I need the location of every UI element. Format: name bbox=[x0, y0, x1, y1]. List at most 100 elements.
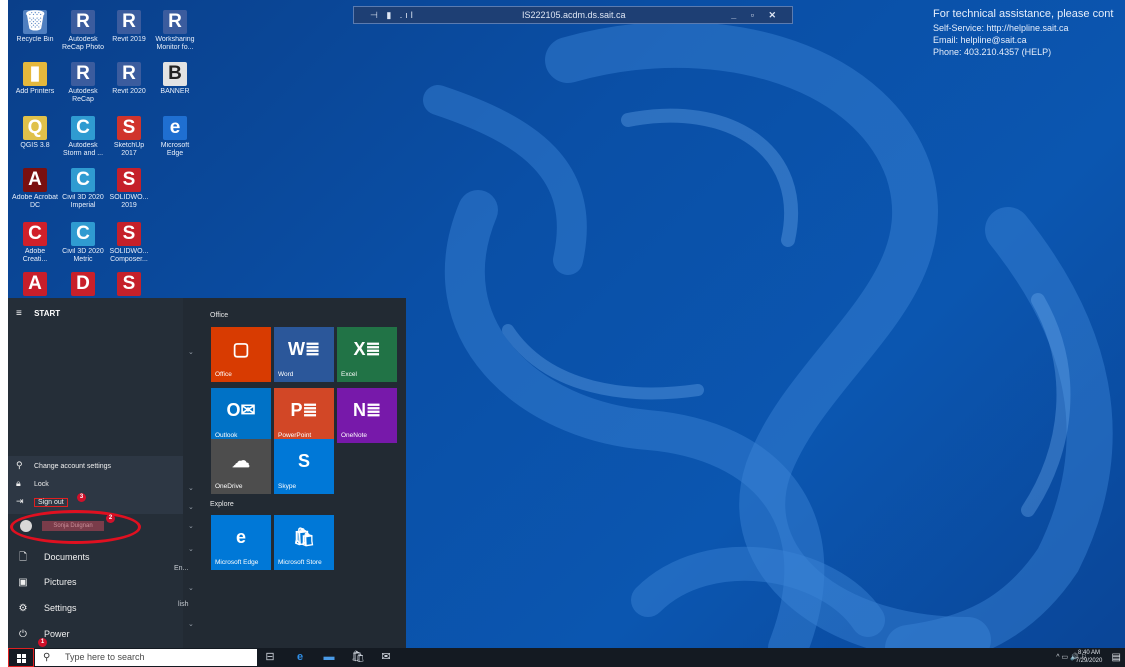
desktop-icon-label: SOLIDWO... Composer... bbox=[109, 248, 149, 263]
desktop-icon[interactable]: 🗑 Recycle Bin bbox=[12, 10, 58, 52]
person-settings-icon: ⚲ bbox=[16, 460, 23, 470]
desktop-icon[interactable]: Q QGIS 3.8 bbox=[12, 116, 58, 158]
start-menu-header[interactable]: ≡ START bbox=[16, 308, 60, 319]
task-view-icon[interactable]: ⊟ bbox=[261, 650, 279, 665]
store-icon[interactable]: 🛍︎ bbox=[349, 650, 367, 665]
app-icon: D bbox=[71, 272, 95, 296]
app-icon: Q bbox=[23, 116, 47, 140]
chevron-down-icon[interactable]: ⌄ bbox=[188, 503, 194, 511]
power-label: Power bbox=[44, 629, 70, 639]
tile-microsoft-store[interactable]: 🛍 Microsoft Store bbox=[274, 515, 334, 570]
sign-out-button[interactable]: ⇥ Sign out bbox=[16, 494, 68, 508]
desktop-icon[interactable]: B BANNER bbox=[152, 62, 198, 104]
desktop-icon-label: Worksharing Monitor fo... bbox=[155, 36, 195, 51]
user-account-name[interactable]: Sonja Duignan bbox=[42, 521, 104, 531]
tile-office[interactable]: ▢ Office bbox=[211, 327, 271, 382]
lock-icon: 🔒︎ bbox=[16, 478, 21, 488]
settings-item[interactable]: ⚙ Settings bbox=[16, 600, 77, 616]
app-icon: R bbox=[117, 10, 141, 34]
desktop-icon[interactable]: C Civil 3D 2020 Metric bbox=[60, 222, 106, 264]
desktop-icon[interactable]: A Adobe Acrobat DC bbox=[12, 168, 58, 210]
lock-label: Lock bbox=[34, 481, 49, 488]
settings-label: Settings bbox=[44, 603, 77, 613]
group-label-office: Office bbox=[210, 312, 229, 319]
desktop-icon[interactable]: R Autodesk ReCap bbox=[60, 62, 106, 104]
app-icon: R bbox=[117, 62, 141, 86]
desktop-icon[interactable]: S SOLIDWO... 2019 bbox=[106, 168, 152, 210]
desktop-icon[interactable]: C Adobe Creati... bbox=[12, 222, 58, 264]
app-icon: S bbox=[117, 168, 141, 192]
pictures-item[interactable]: ▣ Pictures bbox=[16, 574, 76, 590]
sign-out-icon: ⇥ bbox=[16, 496, 24, 506]
tile-label: Office bbox=[215, 371, 232, 378]
desktop-icon-label: Recycle Bin bbox=[16, 36, 54, 43]
tile-microsoft-edge[interactable]: e Microsoft Edge bbox=[211, 515, 271, 570]
app-icon: ▮ bbox=[23, 62, 47, 86]
tile-onenote[interactable]: N≣ OneNote bbox=[337, 388, 397, 443]
start-label: START bbox=[34, 309, 61, 318]
documents-item[interactable]: 🗋 Documents bbox=[16, 549, 90, 565]
change-account-settings[interactable]: ⚲ Change account settings bbox=[16, 458, 111, 472]
desktop-icon[interactable]: C Civil 3D 2020 Imperial bbox=[60, 168, 106, 210]
tile-excel[interactable]: X≣ Excel bbox=[337, 327, 397, 382]
app-icon: C bbox=[23, 222, 47, 246]
desktop-icon[interactable]: R Autodesk ReCap Photo bbox=[60, 10, 106, 52]
edge-icon[interactable]: e bbox=[291, 650, 309, 665]
notice-phone: Phone: 403.210.4357 (HELP) bbox=[933, 47, 1052, 57]
group-label-explore: Explore bbox=[210, 501, 234, 508]
app-icon: R bbox=[71, 62, 95, 86]
app-icon: A bbox=[23, 272, 47, 296]
desktop-icon[interactable]: ▮ Add Printers bbox=[12, 62, 58, 104]
chevron-down-icon[interactable]: ⌄ bbox=[188, 620, 194, 628]
start-menu[interactable]: ≡ START ⚲ Change account settings 🔒︎ Lock … bbox=[8, 298, 406, 648]
desktop-icon-label: Add Printers bbox=[15, 88, 55, 95]
tile-word[interactable]: W≣ Word bbox=[274, 327, 334, 382]
desktop-icon-label: SOLIDWO... 2019 bbox=[109, 194, 149, 209]
mail-icon[interactable]: ✉ bbox=[377, 650, 395, 665]
power-icon: ⏻ bbox=[19, 629, 27, 640]
outlook-icon: O✉ bbox=[226, 400, 256, 420]
tile-powerpoint[interactable]: P≣ PowerPoint bbox=[274, 388, 334, 443]
desktop-icon[interactable]: C Autodesk Storm and ... bbox=[60, 116, 106, 158]
excel-icon: X≣ bbox=[353, 339, 381, 359]
taskbar-search-input[interactable]: ⚲ Type here to search bbox=[35, 649, 257, 666]
window-controls[interactable]: _ ▫ ✕ bbox=[731, 7, 782, 23]
lock-button[interactable]: 🔒︎ Lock bbox=[16, 476, 49, 490]
tile-skype[interactable]: S Skype bbox=[274, 439, 334, 494]
desktop-icon-label: QGIS 3.8 bbox=[20, 142, 50, 149]
hamburger-icon[interactable]: ≡ bbox=[16, 308, 22, 319]
user-avatar[interactable] bbox=[20, 520, 32, 532]
gear-icon: ⚙ bbox=[18, 603, 28, 614]
chevron-down-icon[interactable]: ⌄ bbox=[188, 584, 194, 592]
start-button[interactable] bbox=[8, 648, 34, 667]
notice-self-service: Self-Service: http://helpline.sait.ca bbox=[933, 23, 1069, 33]
powerpoint-icon: P≣ bbox=[290, 400, 318, 420]
chevron-down-icon[interactable]: ⌄ bbox=[188, 522, 194, 530]
desktop-icon[interactable]: e Microsoft Edge bbox=[152, 116, 198, 158]
desktop-icon-label: Autodesk ReCap Photo bbox=[61, 36, 105, 51]
desktop-icon[interactable]: S SOLIDWO... Composer... bbox=[106, 222, 152, 264]
chevron-down-icon[interactable]: ⌄ bbox=[188, 484, 194, 492]
desktop-icon[interactable]: R Worksharing Monitor fo... bbox=[152, 10, 198, 52]
app-icon: A bbox=[23, 168, 47, 192]
desktop-icon[interactable]: S SketchUp 2017 bbox=[106, 116, 152, 158]
tile-outlook[interactable]: O✉ Outlook bbox=[211, 388, 271, 443]
desktop-icon[interactable]: R Revit 2020 bbox=[106, 62, 152, 104]
microsoft-store-icon: 🛍 bbox=[292, 527, 316, 547]
screen-left-margin bbox=[0, 0, 8, 667]
app-icon: R bbox=[163, 10, 187, 34]
chevron-down-icon[interactable]: ⌄ bbox=[188, 545, 194, 553]
tile-label: Outlook bbox=[215, 432, 238, 439]
pin-icon[interactable]: ⊣ ▮ .ıl bbox=[370, 7, 416, 23]
desktop-icon[interactable]: R Revit 2019 bbox=[106, 10, 152, 52]
clock[interactable]: 8:40 AM 7/29/2020 bbox=[1071, 649, 1107, 665]
tile-onedrive[interactable]: ☁ OneDrive bbox=[211, 439, 271, 494]
tile-label: OneNote bbox=[341, 432, 368, 439]
app-icon: 🗑 bbox=[23, 10, 48, 34]
chevron-down-icon[interactable]: ⌄ bbox=[188, 348, 194, 356]
file-explorer-icon[interactable]: ▬ bbox=[320, 650, 338, 665]
desktop-icon-label: Adobe Acrobat DC bbox=[12, 194, 58, 209]
remote-desktop-connection-bar[interactable]: ⊣ ▮ .ıl IS222105.acdm.ds.sait.ca _ ▫ ✕ bbox=[353, 6, 793, 24]
notification-icon[interactable]: ▤ bbox=[1112, 650, 1121, 665]
desktop-icon-label: Civil 3D 2020 Imperial bbox=[62, 194, 104, 209]
